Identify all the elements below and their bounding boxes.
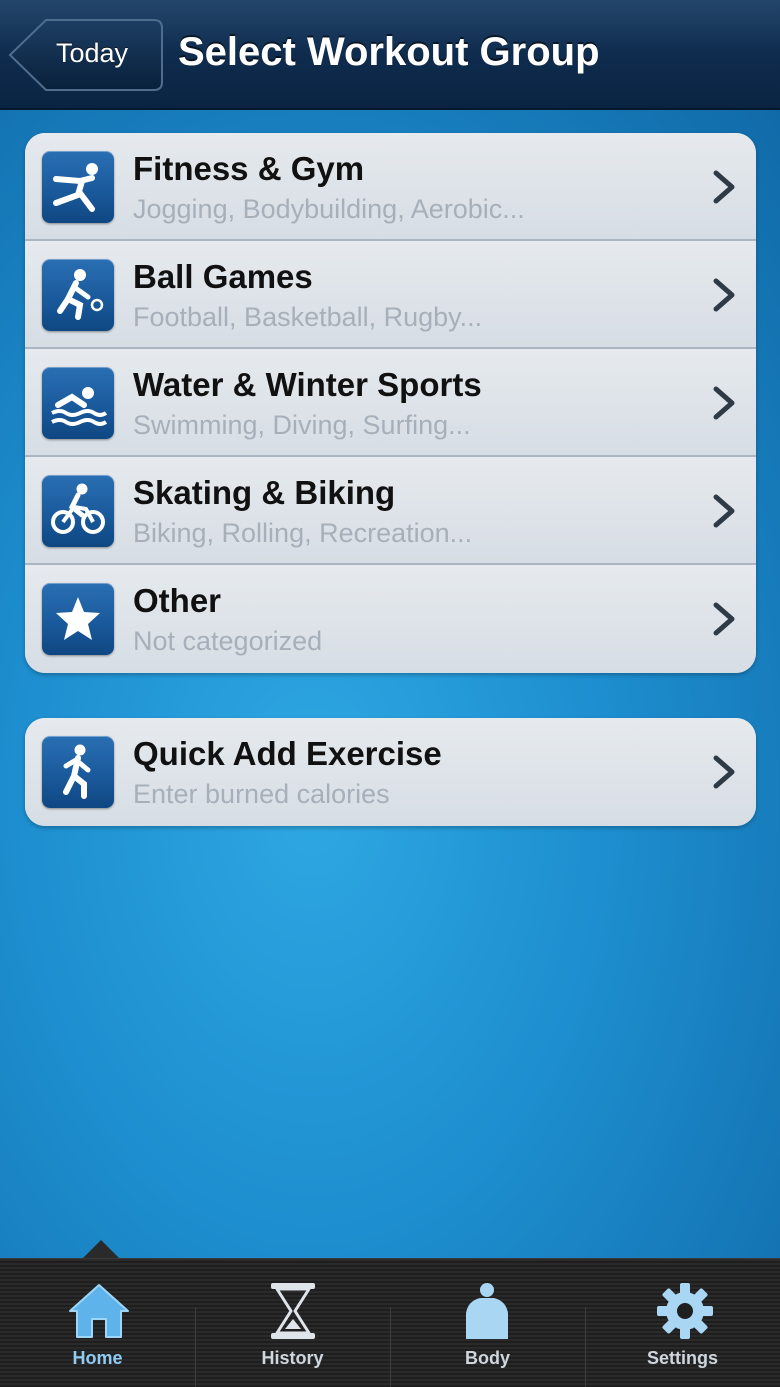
tab-history[interactable]: History (195, 1259, 390, 1387)
back-button-label: Today (56, 38, 129, 68)
row-title: Skating & Biking (133, 474, 396, 511)
tab-settings[interactable]: Settings (585, 1259, 780, 1387)
chevron-right-icon (713, 755, 735, 789)
content-area: Fitness & Gym Jogging, Bodybuilding, Aer… (0, 110, 780, 1258)
tab-bar: Home History Body Settings (0, 1258, 780, 1387)
workout-group-water-winter[interactable]: Water & Winter Sports Swimming, Diving, … (25, 349, 756, 457)
chevron-right-icon (713, 602, 735, 636)
chevron-right-icon (713, 494, 735, 528)
workout-group-ball-games[interactable]: Ball Games Football, Basketball, Rugby..… (25, 241, 756, 349)
row-title: Water & Winter Sports (133, 366, 482, 403)
tab-label: Body (465, 1348, 510, 1368)
back-button[interactable]: Today (8, 18, 164, 92)
quick-add-exercise-row[interactable]: Quick Add Exercise Enter burned calories (25, 718, 756, 826)
navigation-bar: Today Select Workout Group (0, 0, 780, 110)
active-tab-pointer (82, 1240, 120, 1259)
workout-group-other[interactable]: Other Not categorized (25, 565, 756, 673)
ball-games-icon (42, 259, 114, 331)
row-title: Fitness & Gym (133, 150, 365, 187)
row-title: Quick Add Exercise (133, 735, 442, 772)
workout-group-fitness-gym[interactable]: Fitness & Gym Jogging, Bodybuilding, Aer… (25, 133, 756, 241)
star-icon (42, 583, 114, 655)
workout-group-skating-biking[interactable]: Skating & Biking Biking, Rolling, Recrea… (25, 457, 756, 565)
row-subtitle: Biking, Rolling, Recreation... (133, 518, 473, 548)
runner-icon (42, 736, 114, 808)
row-title: Other (133, 582, 222, 619)
row-subtitle: Swimming, Diving, Surfing... (133, 410, 471, 440)
tab-body[interactable]: Body (390, 1259, 585, 1387)
swimmer-icon (42, 367, 114, 439)
home-icon (69, 1284, 129, 1338)
chevron-right-icon (713, 386, 735, 420)
row-subtitle: Not categorized (133, 626, 323, 656)
row-subtitle: Football, Basketball, Rugby... (133, 302, 483, 332)
tab-label: History (261, 1348, 324, 1368)
gear-icon (657, 1283, 713, 1339)
app-screen: Today Select Workout Group Fitness & Gym… (0, 0, 780, 1387)
row-subtitle: Jogging, Bodybuilding, Aerobic... (133, 194, 525, 224)
tab-label: Home (72, 1348, 123, 1368)
cyclist-icon (42, 475, 114, 547)
fitness-icon (42, 151, 114, 223)
quick-add-group: Quick Add Exercise Enter burned calories (25, 718, 756, 826)
body-icon (466, 1283, 508, 1339)
tab-label: Settings (646, 1348, 718, 1368)
row-subtitle: Enter burned calories (133, 779, 390, 809)
chevron-right-icon (713, 170, 735, 204)
row-title: Ball Games (133, 258, 313, 295)
page-title: Select Workout Group (178, 30, 600, 74)
workout-group-list: Fitness & Gym Jogging, Bodybuilding, Aer… (25, 133, 756, 673)
hourglass-icon (271, 1283, 315, 1339)
tab-home[interactable]: Home (0, 1259, 195, 1387)
chevron-right-icon (713, 278, 735, 312)
